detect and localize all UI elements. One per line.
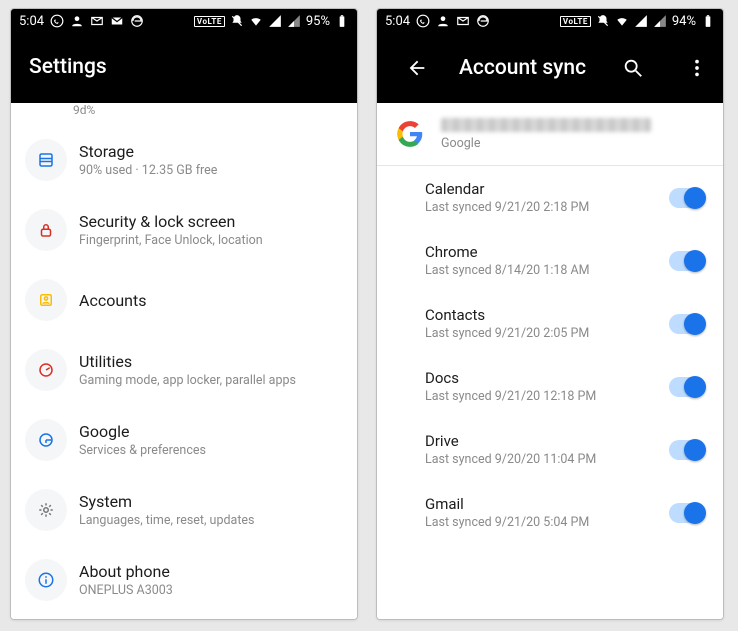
email-icon (456, 14, 470, 28)
signal1-icon (268, 14, 282, 28)
sync-item-subtitle: Last synced 9/20/20 11:04 PM (425, 452, 669, 467)
settings-item-subtitle: ONEPLUS A3003 (79, 583, 339, 598)
sync-item-subtitle: Last synced 8/14/20 1:18 AM (425, 263, 669, 278)
phone-account-sync: 5:04 VoLTE 94% Account sync (376, 8, 724, 620)
settings-item-title: Utilities (79, 352, 339, 371)
wifi-icon (615, 14, 629, 28)
utilities-icon (25, 349, 67, 391)
account-header[interactable]: Google (377, 103, 723, 166)
signal1-icon (634, 14, 648, 28)
sync-toggle[interactable] (669, 440, 705, 460)
statusbar: 5:04 VoLTE 94% (377, 9, 723, 33)
settings-list: 9d% Storage 90% used · 12.35 GB free Secur… (11, 103, 357, 619)
settings-item-subtitle: Services & preferences (79, 443, 339, 458)
sync-item-title: Docs (425, 369, 669, 387)
sync-toggle[interactable] (669, 503, 705, 523)
mute-icon (230, 14, 244, 28)
statusbar-time: 5:04 (19, 14, 44, 29)
battery-icon (701, 14, 715, 28)
edge-icon (476, 14, 490, 28)
sync-item-title: Calendar (425, 180, 669, 198)
sync-toggle[interactable] (669, 314, 705, 334)
sync-item-title: Drive (425, 432, 669, 450)
lock-icon (25, 209, 67, 251)
appbar-settings: Settings (11, 33, 357, 103)
settings-item-title: Accounts (79, 291, 339, 310)
signal2-icon (653, 14, 667, 28)
account-email-blurred (441, 118, 651, 132)
whatsapp-icon (416, 14, 430, 28)
statusbar-time: 5:04 (385, 14, 410, 29)
volte-icon: VoLTE (560, 16, 591, 27)
page-title: Settings (29, 55, 353, 79)
whatsapp-icon (50, 14, 64, 28)
sync-item-title: Contacts (425, 306, 669, 324)
back-button[interactable] (395, 46, 439, 90)
sync-screen: Google Calendar Last synced 9/21/20 2:18 … (377, 103, 723, 619)
settings-item-subtitle: Fingerprint, Face Unlock, location (79, 233, 339, 248)
info-icon (25, 559, 67, 601)
sync-toggle[interactable] (669, 188, 705, 208)
sync-item-subtitle: Last synced 9/21/20 2:18 PM (425, 200, 669, 215)
settings-item-title: Storage (79, 142, 339, 161)
sync-toggle[interactable] (669, 377, 705, 397)
sync-item-calendar[interactable]: Calendar Last synced 9/21/20 2:18 PM (425, 166, 723, 229)
settings-item-utilities[interactable]: Utilities Gaming mode, app locker, parall… (11, 335, 357, 405)
edge-icon (130, 14, 144, 28)
google-icon (25, 419, 67, 461)
appbar-account-sync: Account sync (377, 33, 723, 103)
mute-icon (596, 14, 610, 28)
sync-item-title: Gmail (425, 495, 669, 513)
wifi-icon (249, 14, 263, 28)
settings-item-subtitle: Gaming mode, app locker, parallel apps (79, 373, 339, 388)
person-icon (70, 14, 84, 28)
settings-item-system[interactable]: System Languages, time, reset, updates (11, 475, 357, 545)
statusbar-battery-pct: 95% (306, 14, 330, 29)
signal2-icon (287, 14, 301, 28)
cutoff-previous-subtitle: 9d% (11, 103, 357, 125)
battery-icon (335, 14, 349, 28)
sync-item-gmail[interactable]: Gmail Last synced 9/21/20 5:04 PM (425, 481, 723, 544)
settings-item-google[interactable]: Google Services & preferences (11, 405, 357, 475)
settings-item-about-phone[interactable]: About phone ONEPLUS A3003 (11, 545, 357, 615)
gear-icon (25, 489, 67, 531)
sync-item-title: Chrome (425, 243, 669, 261)
settings-item-subtitle: Languages, time, reset, updates (79, 513, 339, 528)
phone-settings: 5:04 VoLTE 95% Settings 9d% Storage 90% u… (10, 8, 358, 620)
settings-item-title: Security & lock screen (79, 212, 339, 231)
settings-item-subtitle: 90% used · 12.35 GB free (79, 163, 339, 178)
overflow-menu-button[interactable] (675, 46, 719, 90)
sync-item-drive[interactable]: Drive Last synced 9/20/20 11:04 PM (425, 418, 723, 481)
email-icon (90, 14, 104, 28)
settings-item-title: About phone (79, 562, 339, 581)
settings-item-security-lock-screen[interactable]: Security & lock screen Fingerprint, Face … (11, 195, 357, 265)
settings-item-title: Google (79, 422, 339, 441)
sync-item-subtitle: Last synced 9/21/20 2:05 PM (425, 326, 669, 341)
sync-item-docs[interactable]: Docs Last synced 9/21/20 12:18 PM (425, 355, 723, 418)
sync-item-subtitle: Last synced 9/21/20 12:18 PM (425, 389, 669, 404)
gmail-icon (110, 14, 124, 28)
sync-item-chrome[interactable]: Chrome Last synced 8/14/20 1:18 AM (425, 229, 723, 292)
person-icon (436, 14, 450, 28)
sync-item-contacts[interactable]: Contacts Last synced 9/21/20 2:05 PM (425, 292, 723, 355)
accounts-icon (25, 279, 67, 321)
account-provider: Google (441, 136, 707, 151)
sync-toggle[interactable] (669, 251, 705, 271)
sync-item-subtitle: Last synced 9/21/20 5:04 PM (425, 515, 669, 530)
page-title: Account sync (459, 56, 591, 80)
settings-item-title: System (79, 492, 339, 511)
volte-icon: VoLTE (194, 16, 225, 27)
statusbar-battery-pct: 94% (672, 14, 696, 29)
settings-item-accounts[interactable]: Accounts (11, 265, 357, 335)
google-logo-icon (393, 117, 427, 151)
settings-item-storage[interactable]: Storage 90% used · 12.35 GB free (11, 125, 357, 195)
search-button[interactable] (611, 46, 655, 90)
statusbar: 5:04 VoLTE 95% (11, 9, 357, 33)
storage-icon (25, 139, 67, 181)
